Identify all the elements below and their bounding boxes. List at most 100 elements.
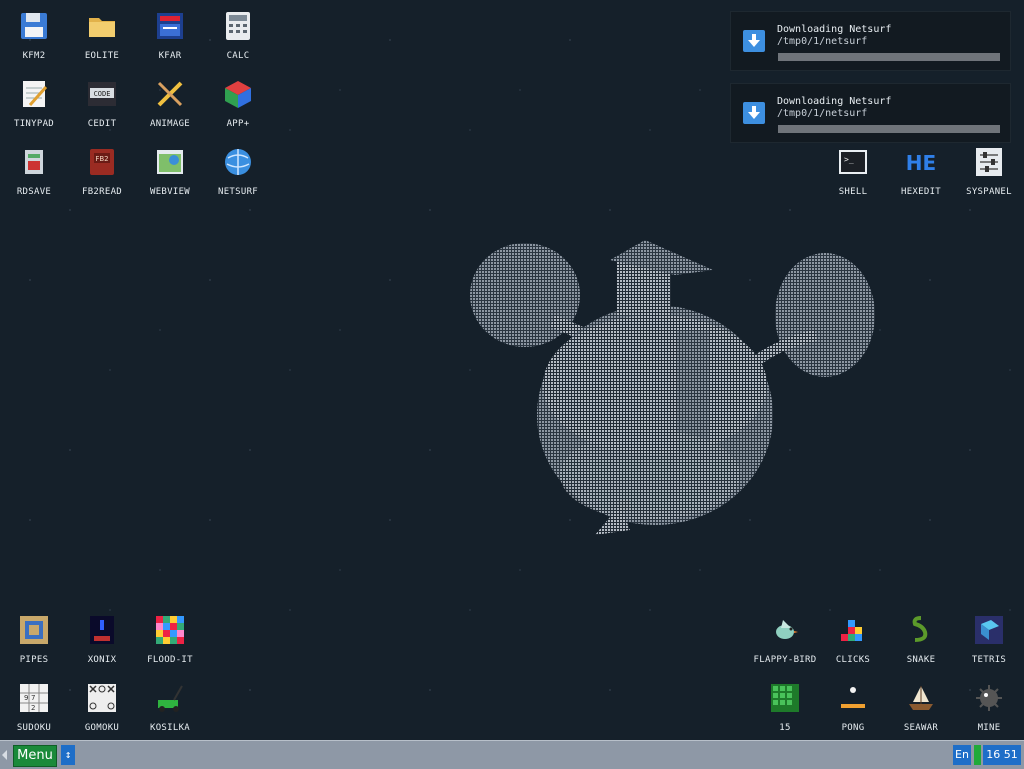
lawnmower-icon: [154, 682, 186, 714]
notification-title: Downloading Netsurf: [777, 96, 892, 107]
download-notification-2[interactable]: Downloading Netsurf /tmp0/1/netsurf: [730, 83, 1011, 143]
blocks-icon: [837, 614, 869, 646]
desktop-icon-label: MINE: [977, 723, 1001, 733]
desktop-icon-flappy-bird[interactable]: FLAPPY-BIRD: [751, 606, 819, 672]
desktop-icon-label: CLICKS: [835, 655, 871, 665]
desktop-icon-label: NETSURF: [217, 187, 259, 197]
desktop-icon-clicks[interactable]: CLICKS: [819, 606, 887, 672]
save-ram-icon: [18, 146, 50, 178]
desktop-icon-label: CEDIT: [87, 119, 117, 129]
folder-icon: [86, 10, 118, 42]
desktop-icon-sudoku[interactable]: 9 7 2 SUDOKU: [0, 674, 68, 740]
desktop-icon-animage[interactable]: ANIMAGE: [136, 70, 204, 136]
desktop-icon-kfm2[interactable]: KFM2: [0, 2, 68, 68]
mine-icon: [973, 682, 1005, 714]
desktop-icon-mine[interactable]: MINE: [955, 674, 1023, 740]
menu-button[interactable]: Menu: [13, 745, 57, 767]
cube-icon: [222, 78, 254, 110]
code-editor-icon: CODE: [86, 78, 118, 110]
desktop-icon-label: EOLITE: [84, 51, 120, 61]
desktop-icon-tinypad[interactable]: TINYPAD: [0, 70, 68, 136]
taskbar-scroll-left-icon[interactable]: [2, 750, 7, 760]
desktop-icon-eolite[interactable]: EOLITE: [68, 2, 136, 68]
taskbar: Menu ↕ En 16 51: [0, 740, 1024, 769]
desktop-icon-label: PIPES: [19, 655, 49, 665]
book-icon: FB2: [86, 146, 118, 178]
desktop-icon-label: KOSILKA: [149, 723, 191, 733]
color-grid-icon: [154, 614, 186, 646]
desktop-icon-label: PONG: [841, 723, 865, 733]
desktop-icon-hexedit[interactable]: HE HEXEDIT: [887, 138, 955, 204]
fifteen-puzzle-icon: [769, 682, 801, 714]
desktop-icon-label: XONIX: [87, 655, 117, 665]
desktop-icon-label: ANIMAGE: [149, 119, 191, 129]
download-icon: [743, 30, 765, 52]
desktop-icon-label: SNAKE: [906, 655, 936, 665]
svg-text:HE: HE: [906, 151, 936, 175]
desktop-icon-fb2read[interactable]: FB2 FB2READ: [68, 138, 136, 204]
desktop-icon-netsurf[interactable]: NETSURF: [204, 138, 272, 204]
desktop-icon-cedit[interactable]: CODE CEDIT: [68, 70, 136, 136]
notification-path: /tmp0/1/netsurf: [777, 36, 868, 47]
svg-text:7: 7: [31, 694, 35, 702]
sliders-icon: [973, 146, 1005, 178]
desktop-icon-xonix[interactable]: XONIX: [68, 606, 136, 672]
activity-indicator: [974, 745, 981, 765]
clock[interactable]: 16 51: [983, 745, 1021, 765]
desktop-icon-syspanel[interactable]: SYSPANEL: [955, 138, 1023, 204]
hex-editor-icon: HE: [905, 146, 937, 178]
sudoku-icon: 97 2: [18, 682, 50, 714]
desktop-icon-kosilka[interactable]: KOSILKA: [136, 674, 204, 740]
notification-path: /tmp0/1/netsurf: [777, 108, 868, 119]
language-indicator[interactable]: En: [953, 745, 971, 765]
download-icon: [743, 102, 765, 124]
desktop-icon-label: GOMOKU: [84, 723, 120, 733]
wallpaper-planet-illustration: [470, 240, 875, 535]
download-notification-1[interactable]: Downloading Netsurf /tmp0/1/netsurf: [730, 11, 1011, 71]
desktop-icon-kfar[interactable]: KFAR: [136, 2, 204, 68]
desktop-icon-label: CALC: [226, 51, 250, 61]
svg-text:CODE: CODE: [94, 90, 111, 98]
desktop-icon-flood-it[interactable]: FLOOD-IT: [136, 606, 204, 672]
snake-icon: [905, 614, 937, 646]
desktop-icon-pipes[interactable]: PIPES: [0, 606, 68, 672]
desktop-icon-label: SUDOKU: [16, 723, 52, 733]
svg-text:2: 2: [31, 704, 35, 712]
desktop-icon-calc[interactable]: CALC: [204, 2, 272, 68]
desktop-icon-label: TETRIS: [971, 655, 1007, 665]
desktop-icon-label: KFM2: [22, 51, 46, 61]
notepad-icon: [18, 78, 50, 110]
web-view-icon: [154, 146, 186, 178]
pipes-icon: [18, 614, 50, 646]
bird-icon: [769, 614, 801, 646]
svg-text:>_: >_: [844, 155, 854, 164]
desktop-icon-label: TINYPAD: [13, 119, 55, 129]
desktop-icon-rdsave[interactable]: RDSAVE: [0, 138, 68, 204]
desktop-icon-app[interactable]: APP+: [204, 70, 272, 136]
desktop-icon-label: SHELL: [838, 187, 868, 197]
desktop-icon-seawar[interactable]: SEAWAR: [887, 674, 955, 740]
desktop-icon-label: FLAPPY-BIRD: [753, 655, 817, 665]
calculator-icon: [222, 10, 254, 42]
notification-title: Downloading Netsurf: [777, 24, 892, 35]
archive-icon: [154, 10, 186, 42]
desktop-icon-label: HEXEDIT: [900, 187, 942, 197]
svg-text:FB2: FB2: [95, 155, 108, 163]
pong-icon: [837, 682, 869, 714]
desktop-icon-label: WEBVIEW: [149, 187, 191, 197]
terminal-icon: >_: [837, 146, 869, 178]
desktop-icon-webview[interactable]: WEBVIEW: [136, 138, 204, 204]
desktop-icon-15[interactable]: 15: [751, 674, 819, 740]
taskbar-scroll-button[interactable]: ↕: [61, 745, 75, 765]
desktop-icon-shell[interactable]: >_ SHELL: [819, 138, 887, 204]
tetris-icon: [973, 614, 1005, 646]
desktop-icon-label: SYSPANEL: [966, 187, 1012, 197]
desktop-icon-pong[interactable]: PONG: [819, 674, 887, 740]
desktop-icon-label: SEAWAR: [903, 723, 939, 733]
xonix-icon: [86, 614, 118, 646]
desktop-icon-tetris[interactable]: TETRIS: [955, 606, 1023, 672]
download-progress-bar: [778, 53, 1000, 61]
desktop-icon-gomoku[interactable]: GOMOKU: [68, 674, 136, 740]
desktop-icon-snake[interactable]: SNAKE: [887, 606, 955, 672]
download-progress-bar: [778, 125, 1000, 133]
